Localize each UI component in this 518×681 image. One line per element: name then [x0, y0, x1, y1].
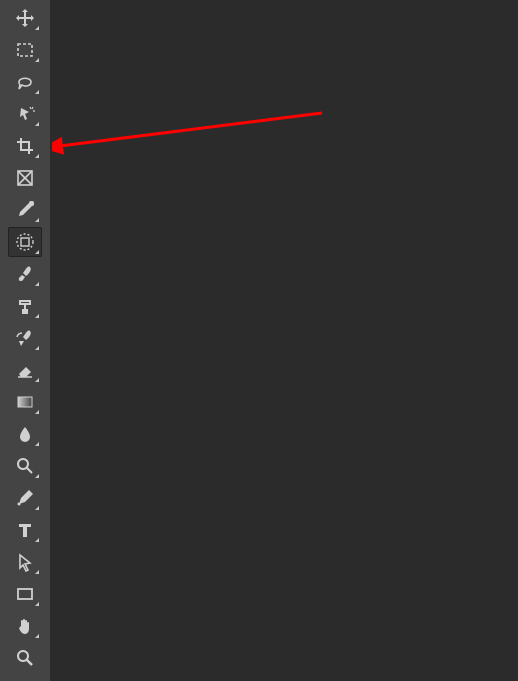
- flyout-indicator-icon: [35, 570, 39, 574]
- dodge-icon: [15, 456, 35, 476]
- arrow-annotation: [52, 0, 518, 681]
- tools-panel: [0, 0, 52, 681]
- pen-tool[interactable]: [8, 483, 42, 513]
- lasso-icon: [15, 72, 35, 92]
- zoom-tool[interactable]: [8, 643, 42, 673]
- dodge-tool[interactable]: [8, 451, 42, 481]
- crop-icon: [15, 136, 35, 156]
- path-select-tool[interactable]: [8, 547, 42, 577]
- lasso-tool[interactable]: [8, 67, 42, 97]
- frame-icon: [15, 168, 35, 188]
- move-icon: [15, 8, 35, 28]
- flyout-indicator-icon: [35, 26, 39, 30]
- flyout-indicator-icon: [35, 474, 39, 478]
- move-tool[interactable]: [8, 3, 42, 33]
- history-icon: [15, 328, 35, 348]
- flyout-indicator-icon: [35, 250, 39, 254]
- pen-icon: [15, 488, 35, 508]
- pathsel-icon: [15, 552, 35, 572]
- flyout-indicator-icon: [35, 58, 39, 62]
- type-icon: [15, 520, 35, 540]
- brush-icon: [15, 264, 35, 284]
- flyout-indicator-icon: [35, 442, 39, 446]
- hand-icon: [15, 616, 35, 636]
- flyout-indicator-icon: [35, 154, 39, 158]
- flyout-indicator-icon: [35, 538, 39, 542]
- clone-icon: [15, 296, 35, 316]
- blur-tool[interactable]: [8, 419, 42, 449]
- flyout-indicator-icon: [35, 378, 39, 382]
- canvas-area[interactable]: [52, 0, 518, 681]
- frame-tool[interactable]: [8, 163, 42, 193]
- hand-tool[interactable]: [8, 611, 42, 641]
- brush-tool[interactable]: [8, 259, 42, 289]
- quick-select-tool[interactable]: [8, 99, 42, 129]
- quickselect-icon: [15, 104, 35, 124]
- flyout-indicator-icon: [35, 90, 39, 94]
- flyout-indicator-icon: [35, 314, 39, 318]
- flyout-indicator-icon: [35, 506, 39, 510]
- marquee-tool[interactable]: [8, 35, 42, 65]
- flyout-indicator-icon: [35, 634, 39, 638]
- rect-icon: [15, 584, 35, 604]
- app-root: [0, 0, 518, 681]
- healing-icon: [15, 232, 35, 252]
- flyout-indicator-icon: [35, 282, 39, 286]
- spot-healing-tool[interactable]: [8, 227, 42, 257]
- crop-tool[interactable]: [8, 131, 42, 161]
- flyout-indicator-icon: [35, 218, 39, 222]
- flyout-indicator-icon: [35, 410, 39, 414]
- type-tool[interactable]: [8, 515, 42, 545]
- flyout-indicator-icon: [35, 122, 39, 126]
- blur-icon: [15, 424, 35, 444]
- zoom-icon: [15, 648, 35, 668]
- eraser-icon: [15, 360, 35, 380]
- marquee-icon: [15, 40, 35, 60]
- gradient-icon: [15, 392, 35, 412]
- flyout-indicator-icon: [35, 346, 39, 350]
- gradient-tool[interactable]: [8, 387, 42, 417]
- eyedropper-icon: [15, 200, 35, 220]
- flyout-indicator-icon: [35, 602, 39, 606]
- eyedropper-tool[interactable]: [8, 195, 42, 225]
- eraser-tool[interactable]: [8, 355, 42, 385]
- rectangle-tool[interactable]: [8, 579, 42, 609]
- clone-stamp-tool[interactable]: [8, 291, 42, 321]
- history-brush-tool[interactable]: [8, 323, 42, 353]
